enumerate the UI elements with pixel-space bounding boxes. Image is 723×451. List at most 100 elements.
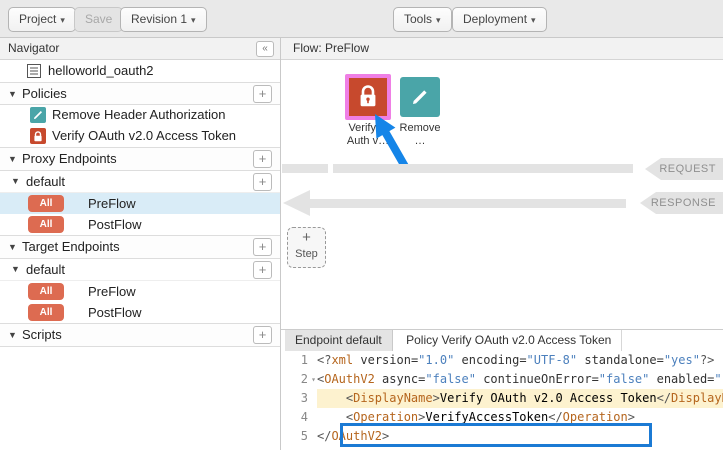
deployment-label: Deployment xyxy=(463,12,527,26)
code-panel: Endpoint default Policy Verify OAuth v2.… xyxy=(281,329,723,450)
policy-name-line2: … xyxy=(415,135,426,147)
code-line-3-highlighted: 3 <DisplayName>Verify OAuth v2.0 Access … xyxy=(281,389,723,408)
revision-label: Revision 1 xyxy=(131,12,187,26)
flow-title: Flow: PreFlow xyxy=(293,41,369,55)
all-badge: All xyxy=(28,195,64,212)
policy-label: Remove Header Authorization xyxy=(52,107,225,122)
section-label: Scripts xyxy=(22,327,62,342)
sidebar-item-proxy-preflow[interactable]: All PreFlow xyxy=(0,193,280,214)
add-script-button[interactable]: + xyxy=(253,326,272,344)
pencil-icon xyxy=(30,107,46,123)
tab-label: Policy Verify OAuth v2.0 Access Token xyxy=(406,333,611,347)
policy-node-remove-header[interactable] xyxy=(400,77,440,117)
sidebar-item-target-postflow[interactable]: All PostFlow xyxy=(0,302,280,323)
all-badge: All xyxy=(28,283,64,300)
fold-icon[interactable]: ▾ xyxy=(311,370,316,389)
code-line-5: 5</OAuthV2> xyxy=(281,427,723,446)
all-badge: All xyxy=(28,216,64,233)
flow-label: PreFlow xyxy=(88,196,136,211)
sidebar-section-policies[interactable]: ▼ Policies + xyxy=(0,82,280,105)
endpoint-label: default xyxy=(26,262,65,277)
flow-label: PostFlow xyxy=(88,305,141,320)
deployment-menu-button[interactable]: Deployment ▾ xyxy=(452,7,547,32)
sidebar-item-verify-oauth-policy[interactable]: Verify OAuth v2.0 Access Token xyxy=(0,126,280,147)
add-flow-button[interactable]: + xyxy=(253,173,272,191)
tools-menu-button[interactable]: Tools ▾ xyxy=(393,7,452,32)
flow-label: PostFlow xyxy=(88,217,141,232)
line-number: 4 xyxy=(281,408,317,427)
all-badge: All xyxy=(28,304,64,321)
chevron-down-icon: ▼ xyxy=(8,83,17,105)
code-line-2: 2▾<OAuthV2 async="false" continueOnError… xyxy=(281,370,723,389)
add-flow-button[interactable]: + xyxy=(253,261,272,279)
add-target-endpoint-button[interactable]: + xyxy=(253,238,272,256)
response-arrowhead-icon xyxy=(283,190,310,216)
tab-endpoint-default[interactable]: Endpoint default xyxy=(285,330,393,351)
lock-icon xyxy=(30,128,46,144)
response-label: RESPONSE xyxy=(651,197,716,209)
step-label: Step xyxy=(288,248,325,261)
sidebar-section-target-endpoints[interactable]: ▼ Target Endpoints + xyxy=(0,235,280,259)
sidebar-item-remove-header-policy[interactable]: Remove Header Authorization xyxy=(0,105,280,126)
sidebar-section-scripts[interactable]: ▼ Scripts + xyxy=(0,323,280,347)
project-menu-label: Project xyxy=(19,12,56,26)
save-button[interactable]: Save xyxy=(74,7,123,32)
endpoint-label: default xyxy=(26,174,65,189)
line-number: 5 xyxy=(281,427,317,446)
project-menu-button[interactable]: Project ▾ xyxy=(8,7,76,32)
sidebar-item-proxy-postflow[interactable]: All PostFlow xyxy=(0,214,280,235)
sidebar-item-target-default[interactable]: ▼ default + xyxy=(0,259,280,281)
top-toolbar: Project ▾ Save Revision 1 ▾ Tools ▾ Deploym… xyxy=(0,0,723,38)
chevron-down-icon: ▾ xyxy=(60,15,65,25)
sidebar-item-proxy-default[interactable]: ▼ default + xyxy=(0,171,280,193)
navigator-title: Navigator xyxy=(8,41,59,55)
request-flow-bar xyxy=(333,164,633,173)
chevron-down-icon: ▼ xyxy=(11,171,20,192)
request-banner: REQUEST xyxy=(645,158,723,180)
chevron-down-icon: ▼ xyxy=(8,236,17,258)
xml-code-editor[interactable]: 1<?xml version="1.0" encoding="UTF-8" st… xyxy=(281,351,723,451)
sidebar-item-bundle[interactable]: helloworld_oauth2 xyxy=(0,60,280,82)
request-flow-bar-segment xyxy=(282,164,328,173)
flow-canvas: Verify O Auth v… Remove … REQUEST RESPON… xyxy=(281,60,723,329)
tab-label: Endpoint default xyxy=(295,333,382,347)
sidebar-section-proxy-endpoints[interactable]: ▼ Proxy Endpoints + xyxy=(0,147,280,171)
response-banner: RESPONSE xyxy=(640,192,723,214)
save-label: Save xyxy=(85,12,112,26)
policy-label: Verify OAuth v2.0 Access Token xyxy=(52,128,236,143)
bundle-label: helloworld_oauth2 xyxy=(48,63,154,78)
revision-menu-button[interactable]: Revision 1 ▾ xyxy=(120,7,207,32)
lock-icon xyxy=(358,85,378,109)
chevron-down-icon: ▾ xyxy=(531,15,536,25)
navigator-sidebar: Navigator « helloworld_oauth2 ▼ Policies… xyxy=(0,38,281,450)
flow-label: PreFlow xyxy=(88,284,136,299)
chevron-down-icon: ▼ xyxy=(8,148,17,170)
pencil-icon xyxy=(411,88,429,106)
code-line-4: 4 <Operation>VerifyAccessToken</Operatio… xyxy=(281,408,723,427)
section-label: Target Endpoints xyxy=(22,239,120,254)
add-step-button[interactable]: + Step xyxy=(287,227,326,268)
add-proxy-endpoint-button[interactable]: + xyxy=(253,150,272,168)
tab-policy-verify-oauth[interactable]: Policy Verify OAuth v2.0 Access Token xyxy=(396,330,622,351)
chevron-down-icon: ▼ xyxy=(11,259,20,280)
list-icon xyxy=(27,64,41,78)
navigator-header: Navigator « xyxy=(0,38,280,60)
sidebar-item-target-preflow[interactable]: All PreFlow xyxy=(0,281,280,302)
chevron-down-icon: ▼ xyxy=(8,324,17,346)
collapse-sidebar-icon[interactable]: « xyxy=(256,41,274,57)
response-flow-bar xyxy=(310,199,626,208)
tools-label: Tools xyxy=(404,12,432,26)
section-label: Policies xyxy=(22,86,67,101)
line-number: 3 xyxy=(281,389,317,408)
line-number: 1 xyxy=(281,351,317,370)
add-policy-button[interactable]: + xyxy=(253,85,272,103)
line-number: 2▾ xyxy=(281,370,317,389)
code-line-1: 1<?xml version="1.0" encoding="UTF-8" st… xyxy=(281,351,723,370)
chevron-down-icon: ▾ xyxy=(191,15,196,25)
code-tabs: Endpoint default Policy Verify OAuth v2.… xyxy=(281,330,723,351)
section-label: Proxy Endpoints xyxy=(22,151,117,166)
flow-header: Flow: PreFlow xyxy=(281,38,723,60)
request-label: REQUEST xyxy=(659,163,716,175)
plus-icon: + xyxy=(288,228,325,248)
chevron-down-icon: ▾ xyxy=(436,15,441,25)
